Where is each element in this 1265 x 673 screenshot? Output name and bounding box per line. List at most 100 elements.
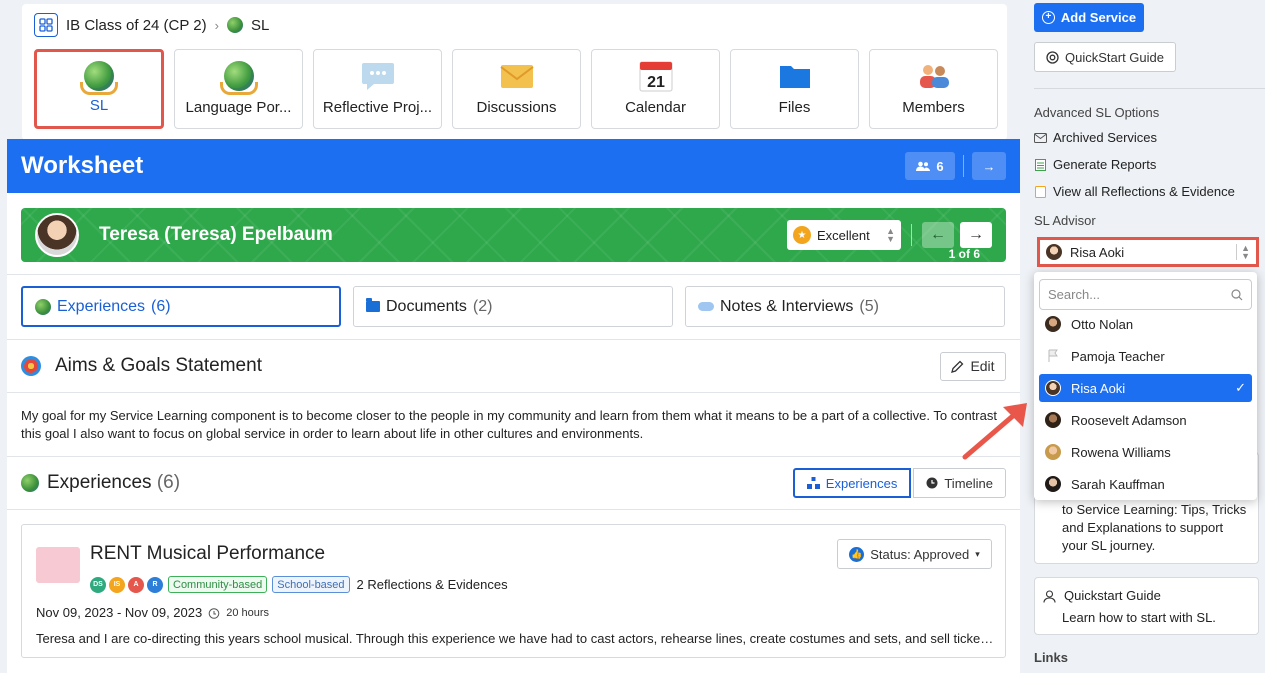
grade-select[interactable]: ★ Excellent ▲ ▼ bbox=[787, 220, 901, 250]
generate-reports-link[interactable]: Generate Reports bbox=[1034, 157, 1156, 172]
tile-label: Calendar bbox=[625, 99, 686, 116]
calendar-day: 21 bbox=[647, 74, 665, 91]
experience-hours: 20 hours bbox=[226, 606, 270, 619]
arrow-right-icon: → bbox=[968, 226, 984, 243]
document-icon bbox=[1035, 185, 1046, 198]
clock-icon bbox=[926, 477, 938, 489]
view-timeline-button[interactable]: Timeline bbox=[913, 468, 1006, 498]
tile-reflective-project[interactable]: Reflective Proj... bbox=[313, 49, 442, 129]
divider bbox=[911, 224, 912, 246]
aims-title: Aims & Goals Statement bbox=[55, 355, 262, 376]
tile-sl[interactable]: SL bbox=[34, 49, 164, 129]
updown-icon: ▲ ▼ bbox=[886, 226, 895, 244]
globe-icon bbox=[35, 298, 51, 315]
archived-services-link[interactable]: Archived Services bbox=[1034, 130, 1157, 145]
advisor-option[interactable]: Pamoja Teacher bbox=[1039, 342, 1252, 370]
link-label: Generate Reports bbox=[1053, 157, 1157, 172]
date-range: Nov 09, 2023 - Nov 09, 2023 bbox=[36, 605, 203, 620]
search-placeholder: Search... bbox=[1048, 287, 1101, 302]
quickstart-card-text: Learn how to start with SL. bbox=[1062, 610, 1216, 625]
folder-icon bbox=[366, 298, 380, 312]
divider bbox=[963, 155, 964, 177]
search-icon bbox=[1231, 288, 1243, 300]
lifebuoy-icon bbox=[1046, 50, 1059, 64]
tile-discussions[interactable]: Discussions bbox=[452, 49, 581, 129]
module-tiles: SL Language Por... Reflective Proj... Di… bbox=[34, 49, 998, 129]
experience-thumbnail bbox=[36, 547, 80, 583]
advisor-select[interactable]: Risa Aoki ▲ ▼ bbox=[1037, 237, 1259, 267]
link-label: View all Reflections & Evidence bbox=[1053, 184, 1235, 199]
reflections-count: 2 Reflections & Evidences bbox=[356, 577, 508, 592]
next-student-button[interactable]: → bbox=[960, 222, 992, 248]
experiences-title-text: Experiences bbox=[47, 472, 152, 493]
advisor-option[interactable]: Sarah Kauffman bbox=[1039, 470, 1252, 498]
updown-icon: ▲ ▼ bbox=[1236, 244, 1250, 261]
worksheet-panel: Worksheet 6 → Teresa (Teresa) Epelbaum ★… bbox=[7, 139, 1020, 673]
tab-count: (2) bbox=[472, 297, 493, 315]
strand-badge: IS bbox=[109, 576, 125, 593]
experience-card[interactable]: RENT Musical Performance 👍 Status: Appro… bbox=[21, 524, 1006, 658]
annotation-arrow bbox=[962, 403, 1027, 460]
tile-language-portfolio[interactable]: Language Por... bbox=[174, 49, 303, 129]
chevron-right-icon: › bbox=[214, 17, 219, 33]
edit-button[interactable]: Edit bbox=[940, 351, 1006, 381]
advisor-option[interactable]: Rowena Williams bbox=[1039, 438, 1252, 466]
tab-label: Documents bbox=[386, 297, 467, 315]
avatar bbox=[1045, 380, 1061, 396]
advisor-option[interactable]: Roosevelt Adamson bbox=[1039, 406, 1252, 434]
tab-notes-interviews[interactable]: Notes & Interviews (5) bbox=[685, 286, 1005, 327]
breadcrumb-class[interactable]: IB Class of 24 (CP 2) bbox=[66, 17, 207, 34]
user-icon bbox=[1043, 589, 1056, 603]
divider bbox=[7, 339, 1020, 340]
strand-badge: DS bbox=[90, 576, 106, 593]
advisor-name: Pamoja Teacher bbox=[1071, 348, 1165, 364]
avatar bbox=[1045, 476, 1061, 492]
tab-experiences[interactable]: Experiences (6) bbox=[21, 286, 341, 327]
view-toggle: Experiences Timeline bbox=[792, 468, 1006, 498]
tile-files[interactable]: Files bbox=[730, 49, 859, 129]
arrow-right-icon: → bbox=[982, 158, 996, 174]
folder-icon bbox=[778, 60, 812, 92]
status-dropdown[interactable]: 👍 Status: Approved ▾ bbox=[837, 539, 992, 569]
worksheet-header: Worksheet 6 → bbox=[7, 139, 1020, 193]
aims-statement: My goal for my Service Learning componen… bbox=[21, 408, 997, 441]
advisor-option[interactable]: Otto Nolan bbox=[1039, 310, 1252, 338]
tab-count: (5) bbox=[859, 297, 879, 315]
tab-label: Experiences bbox=[57, 297, 146, 315]
tab-documents[interactable]: Documents (2) bbox=[353, 286, 673, 327]
status-label: Status: Approved bbox=[870, 546, 970, 562]
cloud-icon bbox=[698, 302, 714, 311]
sitemap-icon bbox=[806, 477, 820, 489]
globe-hands-icon bbox=[219, 60, 258, 95]
members-button[interactable]: 6 bbox=[905, 152, 955, 180]
previous-student-button[interactable]: ← bbox=[922, 222, 954, 248]
tile-calendar[interactable]: 21 Calendar bbox=[591, 49, 720, 129]
apps-grid-icon[interactable] bbox=[34, 13, 58, 37]
advisor-option-selected[interactable]: Risa Aoki ✓ bbox=[1039, 374, 1252, 402]
worksheet-title: Worksheet bbox=[21, 152, 144, 179]
collapse-arrow-button[interactable]: → bbox=[972, 152, 1006, 180]
advisor-label: SL Advisor bbox=[1034, 213, 1096, 228]
student-name: Teresa (Teresa) Epelbaum bbox=[99, 224, 333, 245]
tag-community-based: Community-based bbox=[168, 576, 268, 593]
view-experiences-button[interactable]: Experiences bbox=[792, 468, 912, 498]
tile-label: SL bbox=[89, 97, 109, 114]
avatar bbox=[1045, 444, 1061, 460]
advisor-search-input[interactable]: Search... bbox=[1039, 279, 1252, 310]
experience-title[interactable]: RENT Musical Performance bbox=[90, 543, 325, 565]
tile-label: Files bbox=[778, 99, 811, 116]
quickstart-guide-button[interactable]: QuickStart Guide bbox=[1034, 42, 1176, 72]
experiences-title: Experiences (6) bbox=[47, 472, 793, 494]
spreadsheet-icon bbox=[1035, 158, 1046, 171]
student-banner: Teresa (Teresa) Epelbaum ★ Excellent ▲ ▼ … bbox=[21, 208, 1006, 262]
people-icon bbox=[917, 60, 951, 92]
quickstart-card[interactable]: Quickstart Guide Learn how to start with… bbox=[1034, 577, 1259, 635]
add-service-button[interactable]: + Add Service bbox=[1034, 3, 1144, 32]
divider bbox=[7, 274, 1020, 275]
view-all-reflections-link[interactable]: View all Reflections & Evidence bbox=[1034, 184, 1235, 199]
view-label: Experiences bbox=[825, 475, 898, 491]
tag-school-based: School-based bbox=[272, 576, 350, 593]
tile-label: Reflective Proj... bbox=[322, 99, 433, 116]
tile-members[interactable]: Members bbox=[869, 49, 998, 129]
avatar bbox=[1046, 244, 1062, 260]
